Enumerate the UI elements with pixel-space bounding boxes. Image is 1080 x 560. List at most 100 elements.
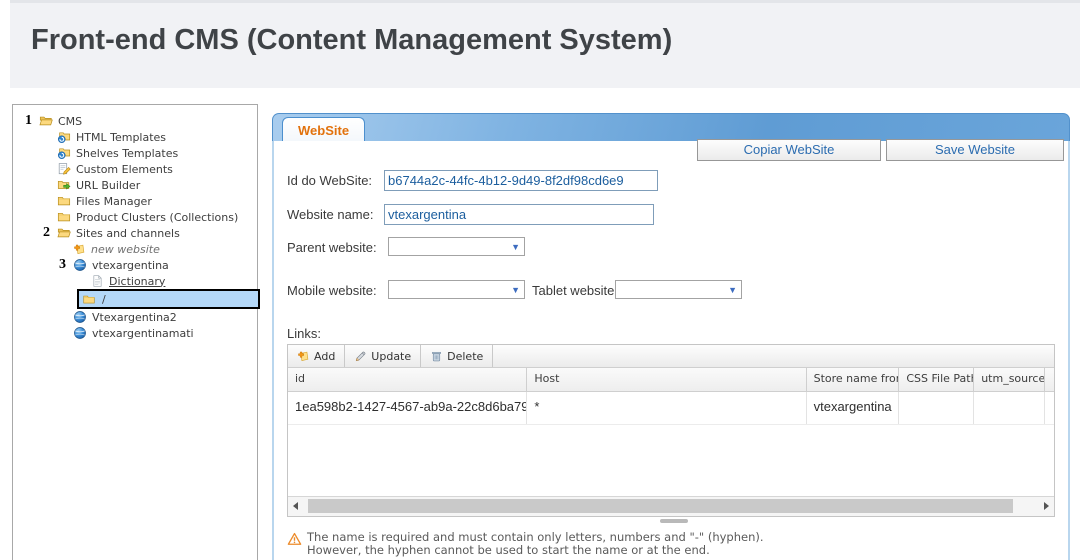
copy-website-button[interactable]: Copiar WebSite [697,139,881,161]
column-header-host[interactable]: Host [527,368,806,391]
link-row[interactable]: 1ea598b2-1427-4567-ab9a-22c8d6ba79eb * v… [288,392,1054,425]
chevron-down-icon: ▼ [728,285,737,295]
grid-empty-area [288,425,1054,496]
warning-line-2: However, the hyphen cannot be used to st… [307,544,764,557]
sidebar-tree-panel: 1 CMS HTML Templates Shelves Templates C… [12,104,258,560]
folder-icon [82,293,96,306]
delete-button-label: Delete [447,350,483,363]
cms-tree: 1 CMS HTML Templates Shelves Templates C… [13,105,257,341]
tree-item-custom-elements[interactable]: Custom Elements [13,161,257,177]
trash-icon [430,350,443,363]
column-header-store-name[interactable]: Store name from LM [807,368,900,391]
scrollbar-thumb[interactable] [308,499,1013,513]
tree-item-html-templates[interactable]: HTML Templates [13,129,257,145]
link-row-id-cell: 1ea598b2-1427-4567-ab9a-22c8d6ba79eb [288,392,527,424]
tree-item-label: vtexargentinamati [92,327,194,340]
page-header: Front-end CMS (Content Management System… [10,0,1080,88]
tablet-website-label: Tablet website: [532,283,618,298]
link-row-css-cell [899,392,974,424]
globe-icon [73,310,87,324]
tree-item-vtexargentina2[interactable]: Vtexargentina2 [13,309,257,325]
tree-item-cms[interactable]: 1 CMS [13,113,257,129]
chevron-down-icon: ▼ [511,285,520,295]
annotation-number-1: 1 [25,114,32,128]
website-name-input[interactable] [384,204,654,225]
tree-item-product-clusters[interactable]: Product Clusters (Collections) [13,209,257,225]
parent-website-select[interactable]: ▼ [388,237,525,256]
selected-node-highlight: / [77,289,260,309]
update-button-label: Update [371,350,411,363]
tree-item-label: / [102,293,106,306]
add-button-label: Add [314,350,335,363]
tree-item-label: vtexargentina [92,259,169,272]
links-grid: Add Update Delete id Host Store name fro… [287,344,1055,517]
website-name-label: Website name: [287,207,373,222]
tree-item-label: Files Manager [76,195,152,208]
pencil-icon [354,350,367,363]
delete-link-button[interactable]: Delete [421,345,492,367]
folder-icon [57,210,71,224]
website-panel: Copiar WebSite Save Website Id do WebSit… [272,141,1070,560]
links-section-label: Links: [287,326,321,341]
tree-item-label: URL Builder [76,179,140,192]
tree-item-url-builder[interactable]: URL Builder [13,177,257,193]
template-icon [57,130,71,144]
tree-item-dictionary[interactable]: Dictionary [13,273,257,289]
add-icon [297,350,310,363]
tree-item-label: Dictionary [109,275,165,288]
name-validation-warning: The name is required and must contain on… [287,531,764,557]
page-title: Front-end CMS (Content Management System… [31,24,672,57]
add-link-button[interactable]: Add [288,345,344,367]
tab-website[interactable]: WebSite [282,117,365,143]
globe-icon [73,258,87,272]
links-grid-header: id Host Store name from LM CSS File Path… [288,368,1054,392]
tablet-website-select[interactable]: ▼ [615,280,742,299]
grid-resize-handle[interactable] [660,519,688,523]
folder-open-icon [39,114,53,128]
column-header-clipped [1045,368,1054,391]
tree-item-label: HTML Templates [76,131,166,144]
page-icon [91,274,104,288]
note-add-icon [73,243,86,256]
warning-triangle-icon [287,532,302,546]
tree-item-label: new website [91,243,160,256]
horizontal-scrollbar[interactable] [288,496,1054,516]
link-row-utm-cell [974,392,1045,424]
save-website-button[interactable]: Save Website [886,139,1064,161]
tree-item-label: Product Clusters (Collections) [76,211,238,224]
scroll-right-arrow-icon[interactable] [1044,502,1049,510]
tree-item-label: Sites and channels [76,227,180,240]
scroll-left-arrow-icon[interactable] [293,502,298,510]
parent-website-label: Parent website: [287,240,377,255]
annotation-number-3: 3 [59,258,66,272]
column-header-utm-source[interactable]: utm_source [974,368,1045,391]
app-window: Front-end CMS (Content Management System… [0,0,1080,560]
folder-arrow-icon [57,178,71,192]
tree-item-root-path-selected[interactable]: / [13,289,257,309]
folder-icon [57,194,71,208]
template-icon [57,146,71,160]
toolbar-divider [492,345,493,367]
website-id-input[interactable] [384,170,658,191]
column-header-id[interactable]: id [288,368,527,391]
chevron-down-icon: ▼ [511,242,520,252]
link-row-store-cell: vtexargentina [807,392,900,424]
globe-icon [73,326,87,340]
update-link-button[interactable]: Update [345,345,420,367]
tree-item-files-manager[interactable]: Files Manager [13,193,257,209]
tree-item-vtexargentinamati[interactable]: vtexargentinamati [13,325,257,341]
annotation-number-2: 2 [43,226,50,240]
tree-item-shelves-templates[interactable]: Shelves Templates [13,145,257,161]
folder-open-icon [57,226,71,240]
id-do-website-label: Id do WebSite: [287,173,372,188]
page-edit-icon [57,162,71,176]
tab-strip: WebSite [272,113,1070,142]
mobile-website-select[interactable]: ▼ [388,280,525,299]
link-row-host-cell: * [527,392,806,424]
tree-item-sites-and-channels[interactable]: 2 Sites and channels [13,225,257,241]
tree-item-vtexargentina[interactable]: 3 vtexargentina [13,257,257,273]
column-header-css-file-path[interactable]: CSS File Path [899,368,974,391]
tree-item-new-website[interactable]: new website [13,241,257,257]
tree-item-label: Custom Elements [76,163,173,176]
link-row-clipped-cell [1045,392,1054,424]
